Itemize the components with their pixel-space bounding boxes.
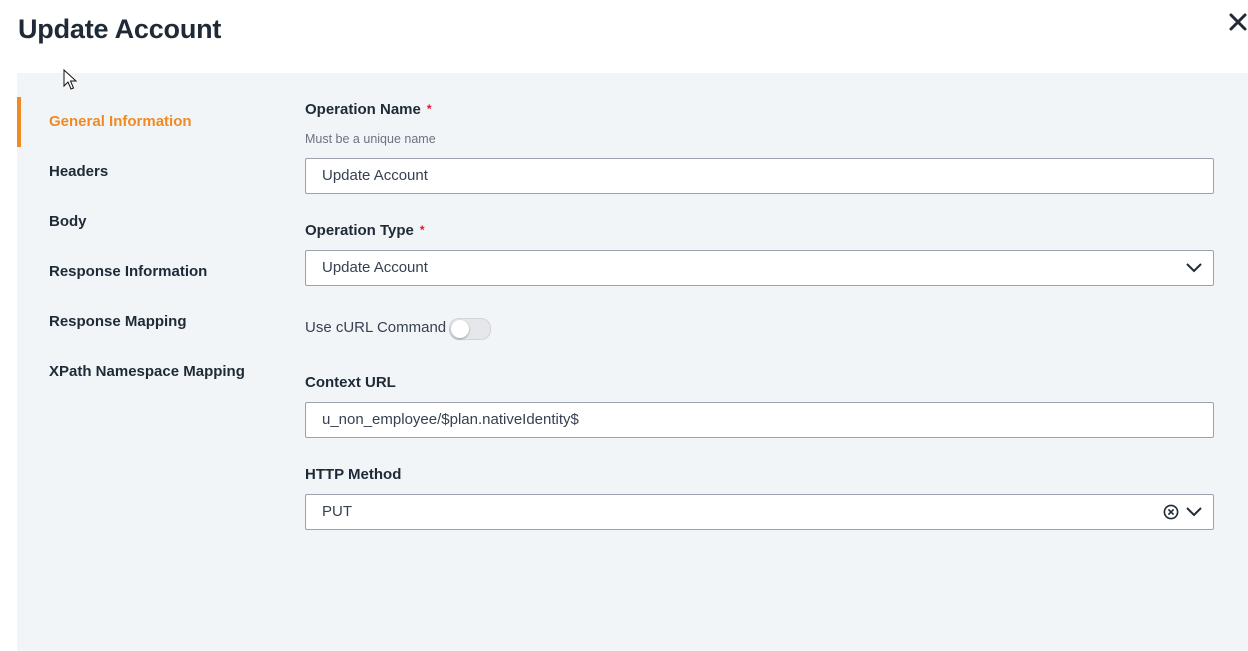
operation-name-label-text: Operation Name (305, 101, 421, 118)
nav-item-response-information[interactable]: Response Information (17, 247, 277, 297)
operation-type-label: Operation Type * (305, 222, 425, 239)
required-marker: * (419, 223, 425, 237)
operation-type-select[interactable]: Update Account (305, 250, 1214, 286)
context-url-value: u_non_employee/$plan.nativeIdentity$ (322, 411, 579, 428)
close-icon[interactable] (1224, 8, 1248, 36)
nav-item-headers[interactable]: Headers (17, 147, 277, 197)
context-url-input[interactable]: u_non_employee/$plan.nativeIdentity$ (305, 402, 1214, 438)
operation-type-value: Update Account (322, 259, 428, 276)
sidebar-nav: General Information Headers Body Respons… (17, 97, 277, 397)
operation-name-value: Update Account (322, 167, 428, 184)
chevron-down-icon[interactable] (1185, 260, 1203, 276)
http-method-select[interactable]: PUT (305, 494, 1214, 530)
operation-name-helper: Must be a unique name (305, 132, 436, 146)
nav-item-body[interactable]: Body (17, 197, 277, 247)
nav-item-xpath-namespace-mapping[interactable]: XPath Namespace Mapping (17, 347, 277, 397)
required-marker: * (426, 102, 432, 116)
chevron-down-icon[interactable] (1185, 504, 1203, 520)
page-title: Update Account (18, 14, 222, 44)
curl-toggle[interactable] (449, 318, 491, 340)
operation-type-label-text: Operation Type (305, 222, 414, 239)
dialog-body: General Information Headers Body Respons… (17, 73, 1248, 651)
curl-toggle-label: Use cURL Command (305, 319, 447, 336)
clear-circle-icon[interactable] (1163, 504, 1179, 520)
toggle-knob (451, 320, 469, 338)
http-method-value: PUT (322, 503, 352, 520)
operation-name-label: Operation Name * (305, 101, 432, 118)
nav-item-response-mapping[interactable]: Response Mapping (17, 297, 277, 347)
nav-item-general-information[interactable]: General Information (17, 97, 277, 147)
http-method-label: HTTP Method (305, 466, 402, 483)
context-url-label: Context URL (305, 374, 396, 391)
mouse-pointer-icon (63, 69, 77, 90)
operation-name-input[interactable]: Update Account (305, 158, 1214, 194)
